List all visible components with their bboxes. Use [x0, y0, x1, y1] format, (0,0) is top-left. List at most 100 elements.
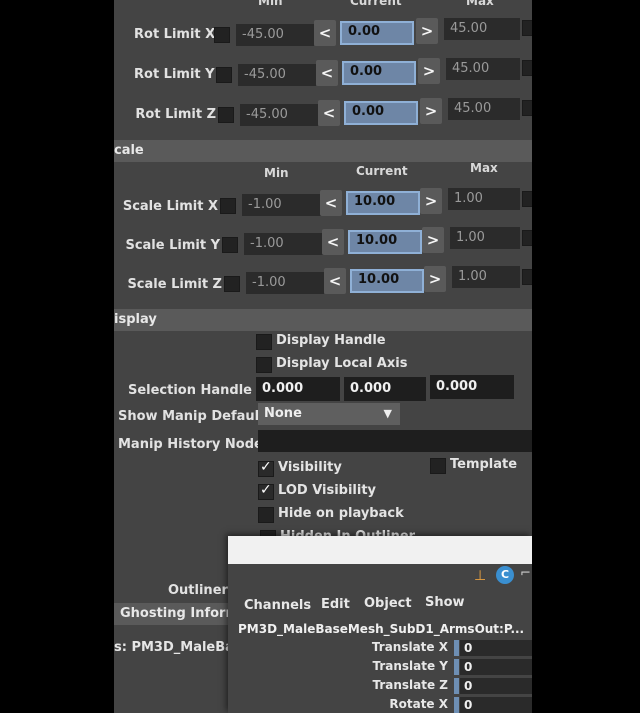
checkmark-icon: ✓: [260, 482, 272, 498]
rot-max-header: Max: [466, 0, 494, 8]
layout-icon[interactable]: ⌐: [520, 566, 531, 581]
rot-limit-x-right-arrow[interactable]: >: [416, 18, 438, 44]
rot-limit-y-max[interactable]: 45.00: [446, 58, 520, 80]
rot-limit-x-max-checkbox[interactable]: [522, 20, 532, 36]
show-manip-default-dropdown[interactable]: None ▼: [258, 403, 400, 425]
translate-x-label[interactable]: Translate X: [328, 640, 448, 654]
translate-z-value[interactable]: 0: [460, 678, 532, 694]
channel-box-titlebar[interactable]: [228, 536, 532, 564]
rot-limit-y-label: Rot Limit Y: [134, 67, 215, 82]
rot-limit-y-left-arrow[interactable]: <: [316, 60, 338, 86]
rot-limit-z-min[interactable]: -45.00: [240, 104, 318, 126]
selection-handle-z[interactable]: 0.000: [430, 375, 514, 399]
lod-visibility-label: LOD Visibility: [278, 483, 377, 498]
axis-icon[interactable]: ⊥: [474, 568, 486, 584]
visibility-checkbox[interactable]: ✓: [258, 459, 274, 477]
scale-limit-y-max-checkbox[interactable]: [522, 230, 532, 246]
rot-limit-y-max-checkbox[interactable]: [522, 60, 532, 76]
rot-limit-y-checkbox[interactable]: [216, 67, 232, 83]
rot-limit-x-left-arrow[interactable]: <: [314, 20, 336, 46]
scale-limit-z-current[interactable]: 10.00: [350, 269, 424, 293]
scale-limit-z-max-checkbox[interactable]: [522, 269, 532, 285]
chevron-down-icon: ▼: [383, 407, 392, 420]
rot-limit-z-right-arrow[interactable]: >: [420, 98, 442, 124]
template-checkbox[interactable]: [430, 458, 446, 474]
menu-channels[interactable]: Channels: [244, 598, 311, 613]
scale-limit-x-max-checkbox[interactable]: [522, 191, 532, 207]
rot-limit-z-left-arrow[interactable]: <: [318, 100, 340, 126]
channel-box-toggle-icon[interactable]: C: [496, 566, 514, 584]
template-label: Template: [450, 457, 518, 472]
visibility-label: Visibility: [278, 460, 342, 475]
translate-x-value[interactable]: 0: [460, 640, 532, 656]
scale-limit-x-label: Scale Limit X: [122, 199, 218, 214]
rot-limit-x-max[interactable]: 45.00: [444, 18, 520, 40]
rot-min-header: Min: [258, 0, 283, 8]
scale-limit-z-left-arrow[interactable]: <: [324, 268, 346, 294]
channel-box-node-name[interactable]: PM3D_MaleBaseMesh_SubD1_ArmsOut:P...: [238, 622, 524, 636]
rot-limit-x-current[interactable]: 0.00: [340, 21, 414, 45]
rot-limit-z-current[interactable]: 0.00: [344, 101, 418, 125]
scale-limit-z-right-arrow[interactable]: >: [424, 266, 446, 292]
channel-box-window: ⊥ C ⌐ Channels Edit Object Show PM3D_Mal…: [228, 536, 532, 713]
display-handle-label: Display Handle: [276, 333, 386, 348]
scale-max-header: Max: [470, 161, 498, 175]
scale-limit-z-label: Scale Limit Z: [127, 277, 222, 292]
selection-handle-label: Selection Handle: [127, 383, 252, 398]
rot-current-header: Current: [350, 0, 402, 8]
scale-limit-x-right-arrow[interactable]: >: [420, 188, 442, 214]
scale-limit-y-right-arrow[interactable]: >: [422, 227, 444, 253]
channel-keyed-indicator: [454, 678, 459, 694]
selection-handle-y[interactable]: 0.000: [344, 377, 426, 401]
show-manip-default-label: Show Manip Default: [118, 409, 266, 424]
hide-on-playback-label: Hide on playback: [278, 506, 404, 521]
menu-object[interactable]: Object: [364, 596, 412, 611]
node-name-footer: s: PM3D_MaleBa: [114, 640, 234, 655]
rot-limit-y-current[interactable]: 0.00: [342, 61, 416, 85]
scale-limit-x-max[interactable]: 1.00: [448, 188, 520, 210]
scale-limit-z-max[interactable]: 1.00: [452, 266, 520, 288]
scale-min-header: Min: [264, 166, 289, 180]
rotate-x-value[interactable]: 0: [460, 697, 532, 713]
manip-history-node-label: Manip History Node: [118, 437, 263, 452]
translate-y-value[interactable]: 0: [460, 659, 532, 675]
translate-z-label[interactable]: Translate Z: [328, 678, 448, 692]
menu-edit[interactable]: Edit: [321, 597, 350, 612]
display-local-axis-label: Display Local Axis: [276, 356, 408, 371]
scale-limit-x-left-arrow[interactable]: <: [320, 190, 342, 216]
rot-limit-z-max[interactable]: 45.00: [448, 98, 520, 120]
scale-limit-y-current[interactable]: 10.00: [348, 230, 422, 254]
display-handle-checkbox[interactable]: [256, 334, 272, 350]
rot-limit-x-checkbox[interactable]: [214, 27, 230, 43]
ghosting-section-title: Ghosting Inform: [120, 606, 239, 621]
scale-limit-y-checkbox[interactable]: [222, 237, 238, 253]
scale-limit-y-min[interactable]: -1.00: [244, 233, 324, 255]
translate-y-label[interactable]: Translate Y: [328, 659, 448, 673]
scale-limit-z-checkbox[interactable]: [224, 276, 240, 292]
scale-limit-y-left-arrow[interactable]: <: [322, 229, 344, 255]
menu-show[interactable]: Show: [425, 595, 465, 610]
display-local-axis-checkbox[interactable]: [256, 357, 272, 373]
scale-section-title: cale: [114, 143, 144, 158]
rotate-x-label[interactable]: Rotate X: [328, 697, 448, 711]
scale-limit-x-min[interactable]: -1.00: [242, 194, 322, 216]
channel-keyed-indicator: [454, 640, 459, 656]
rot-limit-x-min[interactable]: -45.00: [236, 24, 314, 46]
rot-limit-z-max-checkbox[interactable]: [522, 100, 532, 116]
channel-keyed-indicator: [454, 697, 459, 713]
manip-history-node-field[interactable]: [258, 430, 532, 452]
scale-section-header[interactable]: cale: [114, 140, 532, 162]
lod-visibility-checkbox[interactable]: ✓: [258, 482, 274, 500]
rot-limit-y-min[interactable]: -45.00: [238, 64, 316, 86]
rot-limit-z-checkbox[interactable]: [218, 107, 234, 123]
scale-limit-x-checkbox[interactable]: [220, 198, 236, 214]
scale-limit-z-min[interactable]: -1.00: [246, 272, 324, 294]
checkmark-icon: ✓: [260, 459, 272, 475]
selection-handle-x[interactable]: 0.000: [256, 377, 340, 401]
rot-limit-y-right-arrow[interactable]: >: [418, 58, 440, 84]
channel-keyed-indicator: [454, 659, 459, 675]
scale-limit-x-current[interactable]: 10.00: [346, 191, 420, 215]
scale-limit-y-max[interactable]: 1.00: [450, 227, 520, 249]
display-section-header[interactable]: isplay: [114, 309, 532, 331]
hide-on-playback-checkbox[interactable]: [258, 507, 274, 523]
